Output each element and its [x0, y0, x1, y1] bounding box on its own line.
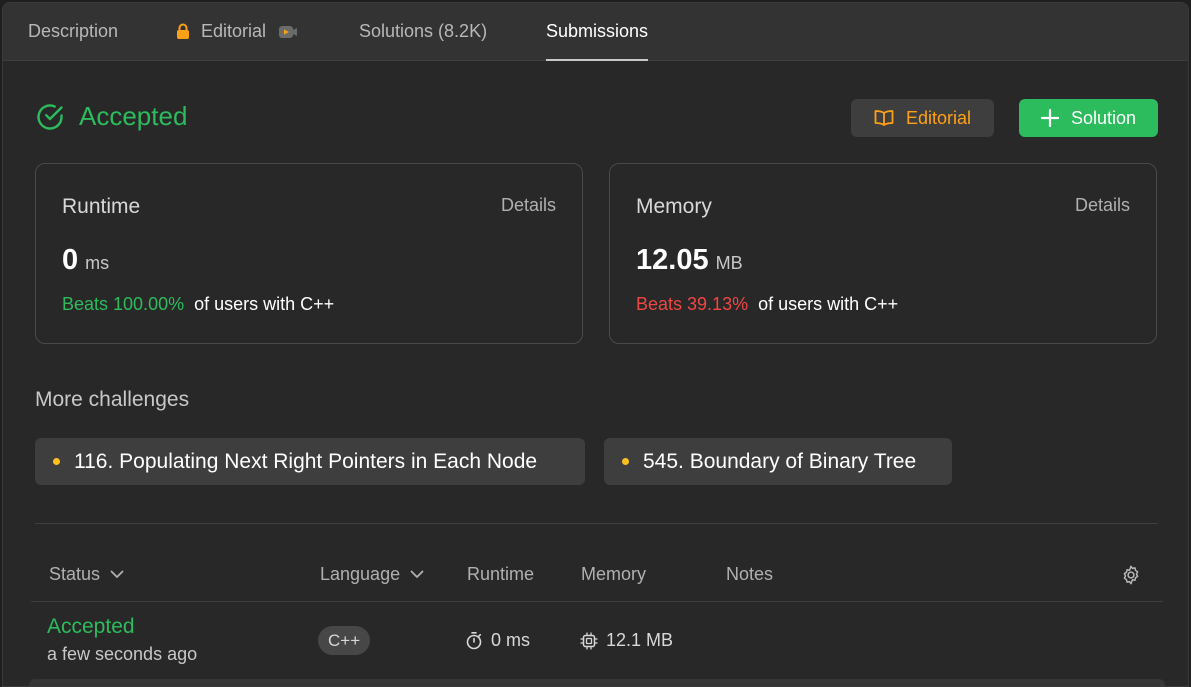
chevron-down-icon: [410, 570, 424, 579]
language-badge: C++: [318, 626, 371, 655]
runtime-header-label: Runtime: [467, 564, 535, 584]
difficulty-dot: [53, 458, 60, 465]
result-header: Accepted: [35, 101, 187, 132]
status-header-label: Status: [49, 564, 101, 584]
challenge-chip-label: 116. Populating Next Right Pointers in E…: [74, 449, 538, 473]
submission-panel: Description Editorial Solutions (8.2K) S…: [2, 2, 1189, 687]
tab-solutions-label: Solutions (8.2K): [359, 21, 488, 41]
memory-details-link[interactable]: Details: [1075, 195, 1130, 216]
challenge-chip[interactable]: 545. Boundary of Binary Tree: [604, 438, 952, 485]
section-divider: [35, 523, 1158, 524]
runtime-details-link[interactable]: Details: [501, 195, 556, 216]
chevron-down-icon: [110, 570, 124, 579]
memory-unit: MB: [715, 253, 743, 273]
memory-value: 12.05 MB: [636, 244, 743, 277]
table-header-divider: [31, 601, 1163, 602]
runtime-beats: Beats 100.00% of users with C++: [62, 294, 334, 315]
row-memory-value: 12.1 MB: [606, 630, 674, 650]
memory-header-label: Memory: [581, 564, 647, 584]
runtime-beats-percent: Beats 100.00%: [62, 294, 185, 314]
runtime-column-header: Runtime: [467, 564, 534, 585]
challenge-chip-label: 545. Boundary of Binary Tree: [643, 449, 917, 473]
tab-solutions[interactable]: Solutions (8.2K): [359, 3, 487, 60]
language-header-label: Language: [320, 564, 401, 584]
memory-beats: Beats 39.13% of users with C++: [636, 294, 898, 315]
status-column-header[interactable]: Status: [49, 564, 124, 585]
solution-button-label: Solution: [1070, 107, 1137, 128]
timer-icon: [465, 631, 483, 650]
more-challenges-title: More challenges: [35, 388, 190, 411]
notes-header-label: Notes: [726, 564, 774, 584]
runtime-card: Runtime Details 0 ms Beats 100.00% of use…: [35, 163, 583, 344]
notes-column-header: Notes: [726, 564, 773, 585]
memory-beats-suffix: of users with C++: [758, 294, 899, 314]
editorial-button-label: Editorial: [905, 107, 972, 128]
solution-button[interactable]: Solution: [1019, 99, 1158, 137]
row-runtime-value: 0 ms: [491, 630, 531, 650]
row-runtime: 0 ms: [465, 630, 530, 651]
memory-chip-icon: [580, 631, 598, 650]
plus-icon: [1040, 109, 1059, 127]
tab-submissions[interactable]: Submissions: [546, 3, 649, 61]
lock-icon: [175, 23, 191, 40]
gear-icon[interactable]: [1120, 564, 1142, 586]
tab-editorial-label: Editorial: [201, 21, 267, 41]
language-column-header[interactable]: Language: [320, 564, 424, 585]
memory-beats-percent: Beats 39.13%: [636, 294, 749, 314]
tab-submissions-label: Submissions: [546, 21, 649, 41]
memory-number: 12.05: [636, 244, 709, 276]
row-memory: 12.1 MB: [580, 630, 673, 651]
result-status: Accepted: [79, 101, 188, 131]
memory-title: Memory: [636, 195, 712, 218]
runtime-title: Runtime: [62, 195, 141, 218]
check-circle-icon: [35, 102, 65, 132]
memory-column-header: Memory: [581, 564, 646, 585]
row-time: a few seconds ago: [47, 644, 198, 664]
difficulty-dot: [622, 458, 629, 465]
table-row[interactable]: [29, 679, 1165, 686]
video-icon: [278, 25, 298, 39]
editorial-button[interactable]: Editorial: [851, 99, 994, 137]
tab-bar: Description Editorial Solutions (8.2K) S…: [3, 3, 1188, 61]
runtime-beats-suffix: of users with C++: [194, 294, 335, 314]
runtime-number: 0: [62, 244, 79, 276]
memory-card: Memory Details 12.05 MB Beats 39.13% of u…: [609, 163, 1157, 344]
tab-editorial[interactable]: Editorial: [175, 3, 298, 60]
book-open-icon: [874, 109, 894, 127]
tab-description[interactable]: Description: [28, 3, 118, 60]
tab-description-label: Description: [28, 21, 119, 41]
runtime-value: 0 ms: [62, 244, 109, 277]
table-row[interactable]: Accepted a few seconds ago: [47, 615, 197, 665]
runtime-unit: ms: [85, 253, 110, 273]
challenge-chip[interactable]: 116. Populating Next Right Pointers in E…: [35, 438, 585, 485]
row-status[interactable]: Accepted: [47, 615, 197, 639]
